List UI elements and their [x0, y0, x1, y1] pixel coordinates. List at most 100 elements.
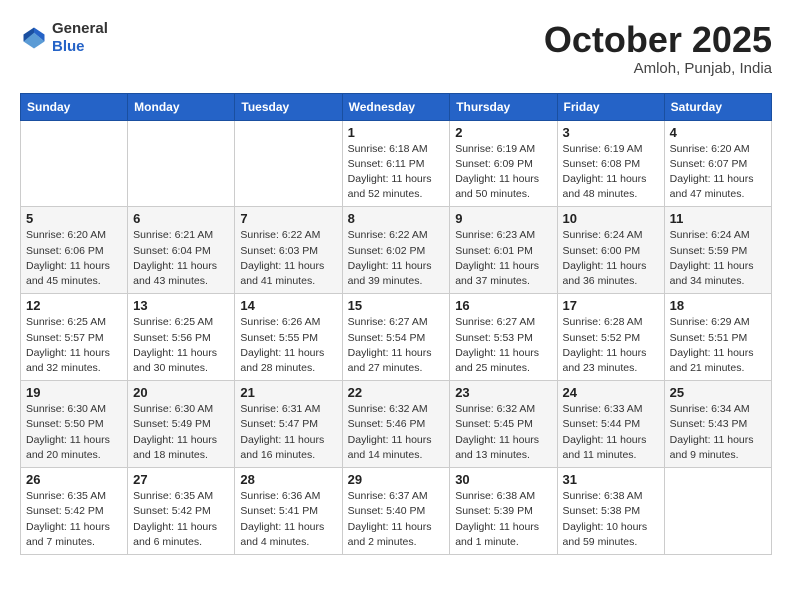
calendar-cell: 2Sunrise: 6:19 AM Sunset: 6:09 PM Daylig… — [450, 120, 557, 207]
day-number: 20 — [133, 385, 229, 400]
day-number: 22 — [348, 385, 445, 400]
day-info: Sunrise: 6:21 AM Sunset: 6:04 PM Dayligh… — [133, 228, 229, 289]
calendar-cell: 8 Sunrise: 6:22 AM Sunset: 6:02 PM Daylig… — [342, 207, 450, 294]
day-number: 25 — [670, 385, 766, 400]
header-saturday: Saturday — [664, 93, 771, 120]
calendar-cell: 21 Sunrise: 6:31 AM Sunset: 5:47 PM Dayli… — [235, 381, 342, 468]
day-info: Sunrise: 6:38 AM Sunset: 5:39 PM Dayligh… — [455, 489, 551, 550]
header-sunday: Sunday — [21, 93, 128, 120]
day-number: 16 — [455, 298, 551, 313]
day-info: Sunrise: 6:32 AM Sunset: 5:45 PM Dayligh… — [455, 402, 551, 463]
day-info: Sunrise: 6:30 AM Sunset: 5:49 PM Dayligh… — [133, 402, 229, 463]
day-number: 4 — [670, 125, 766, 140]
logo-general: General — [52, 20, 108, 38]
day-number: 24 — [563, 385, 659, 400]
calendar-cell: 17 Sunrise: 6:28 AM Sunset: 5:52 PM Dayli… — [557, 294, 664, 381]
day-number: 9 — [455, 211, 551, 226]
day-info: Sunrise: 6:18 AM Sunset: 6:11 PM Dayligh… — [348, 142, 445, 203]
week-row-4: 19 Sunrise: 6:30 AM Sunset: 5:50 PM Dayli… — [21, 381, 772, 468]
week-row-3: 12Sunrise: 6:25 AM Sunset: 5:57 PM Dayli… — [21, 294, 772, 381]
day-number: 10 — [563, 211, 659, 226]
day-info: Sunrise: 6:35 AM Sunset: 5:42 PM Dayligh… — [26, 489, 122, 550]
day-info: Sunrise: 6:26 AM Sunset: 5:55 PM Dayligh… — [240, 315, 336, 376]
page-header: General Blue October 2025 Amloh, Punjab,… — [20, 20, 772, 77]
day-info: Sunrise: 6:36 AM Sunset: 5:41 PM Dayligh… — [240, 489, 336, 550]
calendar-cell: 3Sunrise: 6:19 AM Sunset: 6:08 PM Daylig… — [557, 120, 664, 207]
day-info: Sunrise: 6:23 AM Sunset: 6:01 PM Dayligh… — [455, 228, 551, 289]
day-number: 19 — [26, 385, 122, 400]
calendar-cell: 14Sunrise: 6:26 AM Sunset: 5:55 PM Dayli… — [235, 294, 342, 381]
calendar-cell: 13Sunrise: 6:25 AM Sunset: 5:56 PM Dayli… — [128, 294, 235, 381]
day-number: 6 — [133, 211, 229, 226]
day-info: Sunrise: 6:20 AM Sunset: 6:06 PM Dayligh… — [26, 228, 122, 289]
day-info: Sunrise: 6:22 AM Sunset: 6:02 PM Dayligh… — [348, 228, 445, 289]
calendar-cell: 28Sunrise: 6:36 AM Sunset: 5:41 PM Dayli… — [235, 468, 342, 555]
calendar-cell: 12Sunrise: 6:25 AM Sunset: 5:57 PM Dayli… — [21, 294, 128, 381]
header-monday: Monday — [128, 93, 235, 120]
calendar-cell: 9 Sunrise: 6:23 AM Sunset: 6:01 PM Daylig… — [450, 207, 557, 294]
calendar-cell: 29 Sunrise: 6:37 AM Sunset: 5:40 PM Dayli… — [342, 468, 450, 555]
calendar-cell: 23 Sunrise: 6:32 AM Sunset: 5:45 PM Dayli… — [450, 381, 557, 468]
day-number: 5 — [26, 211, 122, 226]
day-number: 17 — [563, 298, 659, 313]
day-info: Sunrise: 6:27 AM Sunset: 5:53 PM Dayligh… — [455, 315, 551, 376]
day-number: 23 — [455, 385, 551, 400]
calendar-cell: 15 Sunrise: 6:27 AM Sunset: 5:54 PM Dayli… — [342, 294, 450, 381]
day-number: 12 — [26, 298, 122, 313]
header-thursday: Thursday — [450, 93, 557, 120]
logo: General Blue — [20, 20, 108, 56]
location-subtitle: Amloh, Punjab, India — [544, 60, 772, 77]
day-number: 27 — [133, 472, 229, 487]
header-tuesday: Tuesday — [235, 93, 342, 120]
day-info: Sunrise: 6:25 AM Sunset: 5:56 PM Dayligh… — [133, 315, 229, 376]
day-number: 30 — [455, 472, 551, 487]
title-block: October 2025 Amloh, Punjab, India — [544, 20, 772, 77]
calendar-cell: 31Sunrise: 6:38 AM Sunset: 5:38 PM Dayli… — [557, 468, 664, 555]
calendar-cell: 11Sunrise: 6:24 AM Sunset: 5:59 PM Dayli… — [664, 207, 771, 294]
day-info: Sunrise: 6:27 AM Sunset: 5:54 PM Dayligh… — [348, 315, 445, 376]
day-info: Sunrise: 6:37 AM Sunset: 5:40 PM Dayligh… — [348, 489, 445, 550]
calendar-cell: 4 Sunrise: 6:20 AM Sunset: 6:07 PM Daylig… — [664, 120, 771, 207]
calendar-cell: 25 Sunrise: 6:34 AM Sunset: 5:43 PM Dayli… — [664, 381, 771, 468]
day-info: Sunrise: 6:20 AM Sunset: 6:07 PM Dayligh… — [670, 142, 766, 203]
header-friday: Friday — [557, 93, 664, 120]
calendar-cell: 27 Sunrise: 6:35 AM Sunset: 5:42 PM Dayli… — [128, 468, 235, 555]
calendar-cell: 16 Sunrise: 6:27 AM Sunset: 5:53 PM Dayli… — [450, 294, 557, 381]
calendar-cell: 24 Sunrise: 6:33 AM Sunset: 5:44 PM Dayli… — [557, 381, 664, 468]
day-number: 15 — [348, 298, 445, 313]
week-row-5: 26 Sunrise: 6:35 AM Sunset: 5:42 PM Dayli… — [21, 468, 772, 555]
month-title: October 2025 — [544, 20, 772, 60]
header-row: SundayMondayTuesdayWednesdayThursdayFrid… — [21, 93, 772, 120]
calendar-table: SundayMondayTuesdayWednesdayThursdayFrid… — [20, 93, 772, 555]
calendar-body: 1Sunrise: 6:18 AM Sunset: 6:11 PM Daylig… — [21, 120, 772, 554]
week-row-2: 5 Sunrise: 6:20 AM Sunset: 6:06 PM Daylig… — [21, 207, 772, 294]
calendar-cell: 1Sunrise: 6:18 AM Sunset: 6:11 PM Daylig… — [342, 120, 450, 207]
calendar-cell: 5 Sunrise: 6:20 AM Sunset: 6:06 PM Daylig… — [21, 207, 128, 294]
calendar-cell — [21, 120, 128, 207]
day-number: 8 — [348, 211, 445, 226]
calendar-cell: 19 Sunrise: 6:30 AM Sunset: 5:50 PM Dayli… — [21, 381, 128, 468]
day-info: Sunrise: 6:35 AM Sunset: 5:42 PM Dayligh… — [133, 489, 229, 550]
day-info: Sunrise: 6:30 AM Sunset: 5:50 PM Dayligh… — [26, 402, 122, 463]
day-info: Sunrise: 6:34 AM Sunset: 5:43 PM Dayligh… — [670, 402, 766, 463]
day-number: 7 — [240, 211, 336, 226]
day-info: Sunrise: 6:33 AM Sunset: 5:44 PM Dayligh… — [563, 402, 659, 463]
day-info: Sunrise: 6:22 AM Sunset: 6:03 PM Dayligh… — [240, 228, 336, 289]
day-info: Sunrise: 6:28 AM Sunset: 5:52 PM Dayligh… — [563, 315, 659, 376]
day-number: 11 — [670, 211, 766, 226]
logo-icon — [20, 24, 48, 52]
day-number: 3 — [563, 125, 659, 140]
logo-text: General Blue — [52, 20, 108, 56]
day-info: Sunrise: 6:31 AM Sunset: 5:47 PM Dayligh… — [240, 402, 336, 463]
day-info: Sunrise: 6:24 AM Sunset: 6:00 PM Dayligh… — [563, 228, 659, 289]
day-number: 21 — [240, 385, 336, 400]
header-wednesday: Wednesday — [342, 93, 450, 120]
calendar-cell: 22Sunrise: 6:32 AM Sunset: 5:46 PM Dayli… — [342, 381, 450, 468]
day-number: 29 — [348, 472, 445, 487]
calendar-cell — [664, 468, 771, 555]
calendar-cell: 7 Sunrise: 6:22 AM Sunset: 6:03 PM Daylig… — [235, 207, 342, 294]
calendar-cell: 30 Sunrise: 6:38 AM Sunset: 5:39 PM Dayli… — [450, 468, 557, 555]
day-number: 2 — [455, 125, 551, 140]
day-info: Sunrise: 6:29 AM Sunset: 5:51 PM Dayligh… — [670, 315, 766, 376]
day-number: 26 — [26, 472, 122, 487]
